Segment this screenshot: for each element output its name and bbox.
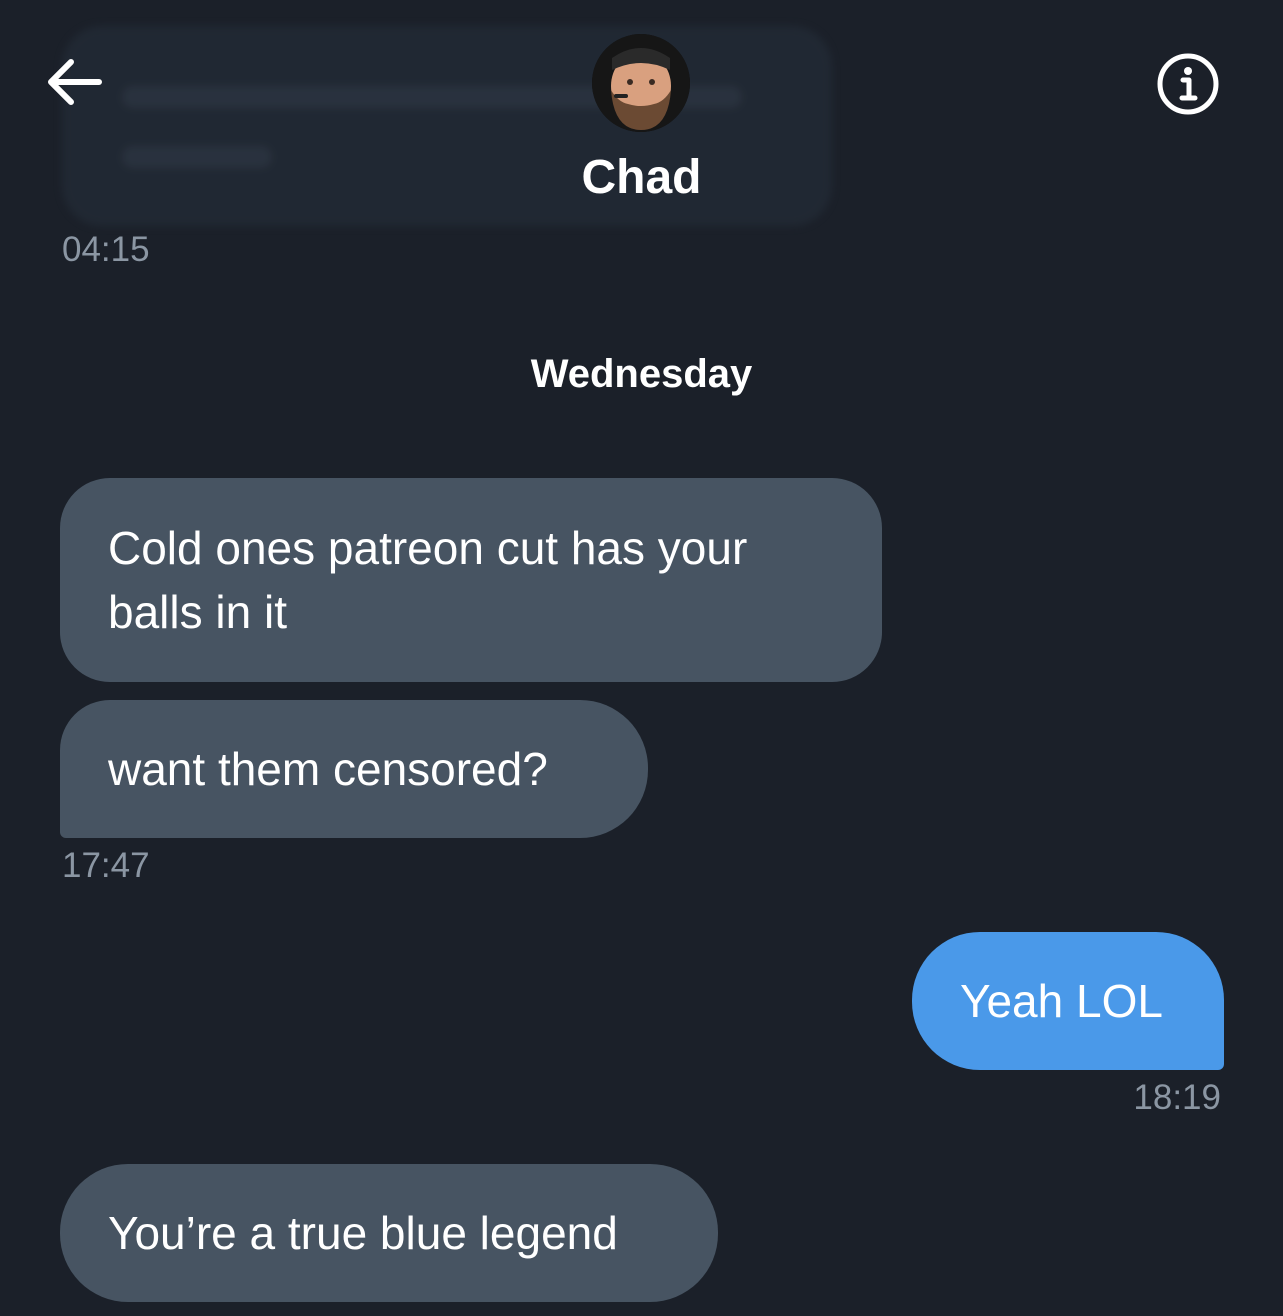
day-separator: Wednesday (530, 352, 753, 396)
conversation-info-button[interactable] (1154, 50, 1222, 118)
message-text: You’re a true blue legend (108, 1207, 618, 1259)
received-message-bubble[interactable]: want them censored? (60, 700, 648, 838)
received-message-bubble[interactable]: Cold ones patreon cut has your balls in … (60, 478, 882, 682)
contact-avatar[interactable] (592, 34, 690, 132)
info-circle-icon (1157, 53, 1219, 115)
arrow-left-icon (48, 59, 102, 105)
message-text: want them censored? (108, 743, 548, 795)
message-text: Yeah LOL (960, 975, 1163, 1027)
message-text: Cold ones patreon cut has your balls in … (108, 522, 748, 638)
contact-name[interactable]: Chad (0, 150, 1283, 205)
message-timestamp: 04:15 (62, 230, 150, 269)
sent-message-bubble[interactable]: Yeah LOL (912, 932, 1224, 1070)
profile-avatar (592, 34, 690, 132)
back-button[interactable] (40, 52, 106, 112)
message-timestamp: 17:47 (62, 846, 150, 885)
received-message-bubble[interactable]: You’re a true blue legend (60, 1164, 718, 1302)
message-timestamp: 18:19 (1133, 1078, 1221, 1117)
